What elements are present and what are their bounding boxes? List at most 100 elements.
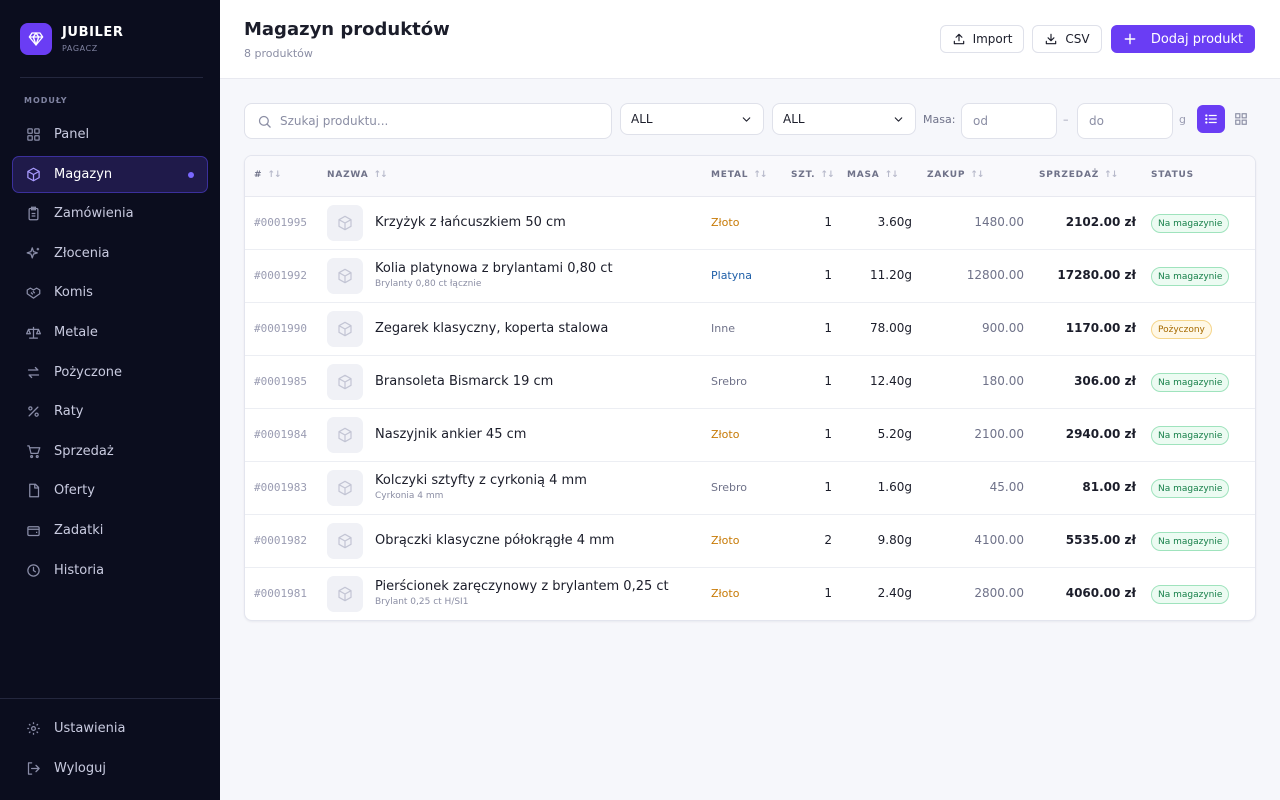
sidebar-item-label: Ustawienia <box>54 721 126 736</box>
product-sale-price: 17280.00 zł <box>1057 268 1136 282</box>
sidebar-item-raty[interactable]: Raty <box>12 393 208 430</box>
page-title: Magazyn produktów <box>244 19 450 40</box>
sort-icon: ↑↓ <box>1104 170 1118 180</box>
sidebar-item-sprzedaz[interactable]: Sprzedaż <box>12 433 208 470</box>
sidebar-item-oferty[interactable]: Oferty <box>12 472 208 509</box>
status-badge: Na magazynie <box>1151 532 1230 551</box>
search-input[interactable] <box>280 114 580 128</box>
sidebar-item-historia[interactable]: Historia <box>12 552 208 589</box>
product-name[interactable]: Zegarek klasyczny, koperta stalowa <box>375 321 608 336</box>
product-qty: 1 <box>824 215 832 229</box>
sidebar-item-komis[interactable]: Komis <box>12 274 208 311</box>
product-qty: 1 <box>824 480 832 494</box>
sort-icon: ↑↓ <box>820 170 834 180</box>
product-id: #0001995 <box>254 216 307 229</box>
product-name[interactable]: Obrączki klasyczne półokrągłe 4 mm <box>375 533 614 548</box>
column-label: # <box>254 170 263 180</box>
table-row[interactable]: #0001985 Bransoleta Bismarck 19 cm Srebro 1… <box>245 356 1255 409</box>
search-field[interactable] <box>244 103 612 139</box>
product-thumbnail-box-icon <box>327 364 363 400</box>
upload-icon <box>952 32 966 46</box>
column-header-sale[interactable]: SPRZEDAŻ ↑↓ <box>1039 170 1118 180</box>
sidebar-item-zadatki[interactable]: Zadatki <box>12 512 208 549</box>
csv-button[interactable]: CSV <box>1032 25 1102 53</box>
products-table: # ↑↓ NAZWA ↑↓ METAL ↑↓ SZT. ↑↓ MASA ↑↓ ZAKUP ↑… <box>244 155 1256 621</box>
product-name[interactable]: Bransoleta Bismarck 19 cm <box>375 374 553 389</box>
product-qty: 1 <box>824 268 832 282</box>
document-icon <box>25 483 41 499</box>
product-thumbnail-box-icon <box>327 417 363 453</box>
sidebar-item-panel[interactable]: Panel <box>12 116 208 153</box>
column-header-purchase[interactable]: ZAKUP ↑↓ <box>927 170 984 180</box>
status-filter-select[interactable]: ALL <box>772 103 916 135</box>
table-row[interactable]: #0001995 Krzyżyk z łańcuszkiem 50 cm Złoto… <box>245 197 1255 250</box>
column-header-id[interactable]: # ↑↓ <box>254 170 281 180</box>
sidebar-item-label: Pożyczone <box>54 364 123 380</box>
column-header-mass[interactable]: MASA ↑↓ <box>847 170 899 180</box>
csv-label: CSV <box>1065 32 1090 46</box>
sidebar-item-ustawienia[interactable]: Ustawienia <box>12 710 208 747</box>
sidebar-item-pozyczone[interactable]: Pożyczone <box>12 354 208 391</box>
product-qty: 1 <box>824 374 832 388</box>
mass-to-input[interactable]: do <box>1077 103 1173 139</box>
product-mass: 12.40g <box>870 374 912 388</box>
add-product-button[interactable]: Dodaj produkt <box>1111 25 1255 53</box>
sidebar-item-label: Metale <box>54 324 98 340</box>
grid-view-button[interactable] <box>1227 105 1255 133</box>
cart-icon <box>25 443 41 459</box>
wallet-icon <box>25 522 41 538</box>
table-row[interactable]: #0001992 Kolia platynowa z brylantami 0,8… <box>245 250 1255 303</box>
product-thumbnail-box-icon <box>327 523 363 559</box>
view-toggle <box>1197 105 1257 135</box>
product-note: Cyrkonia 4 mm <box>375 491 444 501</box>
history-icon <box>25 562 41 578</box>
column-header-metal[interactable]: METAL ↑↓ <box>711 170 767 180</box>
table-row[interactable]: #0001981 Pierścionek zaręczynowy z brylan… <box>245 568 1255 620</box>
table-row[interactable]: #0001990 Zegarek klasyczny, koperta stalo… <box>245 303 1255 356</box>
search-icon <box>257 114 272 129</box>
sidebar-section-label: MODUŁY <box>24 96 68 105</box>
table-row[interactable]: #0001984 Naszyjnik ankier 45 cm Złoto 1 5.20… <box>245 409 1255 462</box>
column-label: METAL <box>711 170 749 180</box>
product-metal: Złoto <box>711 216 740 229</box>
brand[interactable]: JUBILER PAGACZ <box>20 23 124 55</box>
metal-filter-select[interactable]: ALL <box>620 103 764 135</box>
column-header-qty[interactable]: SZT. ↑↓ <box>791 170 835 180</box>
sidebar-item-wyloguj[interactable]: Wyloguj <box>12 750 208 787</box>
product-thumbnail-box-icon <box>327 205 363 241</box>
table-row[interactable]: #0001983 Kolczyki sztyfty z cyrkonią 4 mm… <box>245 462 1255 515</box>
product-id: #0001992 <box>254 269 307 282</box>
sidebar-item-label: Komis <box>54 285 93 301</box>
product-name[interactable]: Pierścionek zaręczynowy z brylantem 0,25… <box>375 579 669 594</box>
mass-from-input[interactable]: od <box>961 103 1057 139</box>
product-count: 8 produktów <box>244 47 313 60</box>
mass-label: Masa: <box>923 113 956 126</box>
product-name[interactable]: Kolia platynowa z brylantami 0,80 ct <box>375 261 613 276</box>
column-header-name[interactable]: NAZWA ↑↓ <box>327 170 388 180</box>
brand-name: JUBILER <box>62 24 124 40</box>
sidebar-bottom-nav: Ustawienia Wyloguj <box>12 710 208 789</box>
product-name[interactable]: Kolczyki sztyfty z cyrkonią 4 mm <box>375 473 587 488</box>
column-label: NAZWA <box>327 170 369 180</box>
product-name[interactable]: Krzyżyk z łańcuszkiem 50 cm <box>375 215 566 230</box>
product-name[interactable]: Naszyjnik ankier 45 cm <box>375 427 526 442</box>
sidebar-item-metale[interactable]: Metale <box>12 314 208 351</box>
sort-icon: ↑↓ <box>753 170 767 180</box>
import-button[interactable]: Import <box>940 25 1024 53</box>
sidebar-item-label: Raty <box>54 404 84 420</box>
column-label: SZT. <box>791 170 816 180</box>
scale-icon <box>25 324 41 340</box>
product-mass: 78.00g <box>870 321 912 335</box>
sidebar-item-label: Wyloguj <box>54 760 106 776</box>
sidebar-item-zamowienia[interactable]: Zamówienia <box>12 195 208 232</box>
product-purchase-price: 2100.00 <box>974 427 1024 441</box>
logout-icon <box>25 760 41 776</box>
sidebar-item-zlocenia[interactable]: Złocenia <box>12 235 208 272</box>
chevron-down-icon <box>740 113 753 126</box>
product-metal: Inne <box>711 322 735 335</box>
list-view-button[interactable] <box>1197 105 1225 133</box>
product-sale-price: 306.00 zł <box>1074 374 1136 388</box>
sidebar-item-magazyn[interactable]: Magazyn <box>12 155 208 193</box>
sidebar-item-label: Historia <box>54 562 105 578</box>
table-row[interactable]: #0001982 Obrączki klasyczne półokrągłe 4 … <box>245 515 1255 568</box>
